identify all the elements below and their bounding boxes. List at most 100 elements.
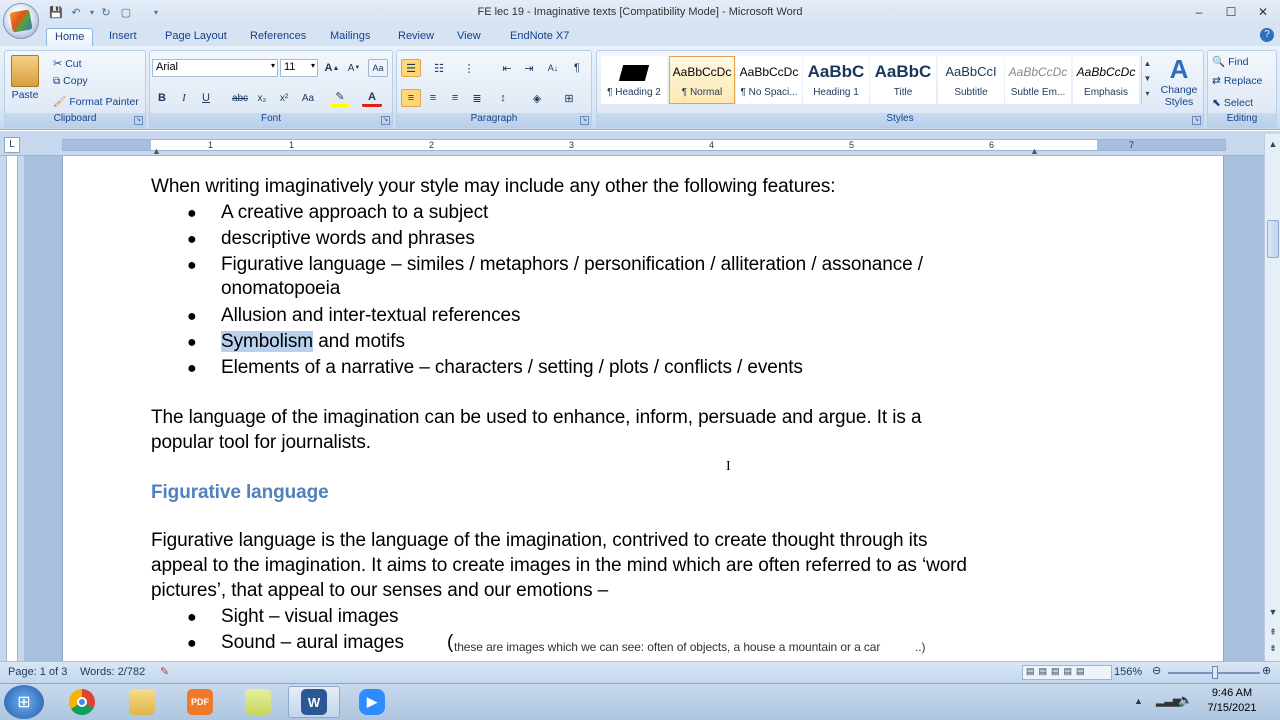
scroll-up-icon[interactable]: ▲ [1265, 136, 1280, 152]
font-name-combo[interactable]: Arial ▾ [152, 59, 278, 77]
proofing-icon[interactable]: ✎ [160, 665, 169, 678]
scissors-icon: ✂ [53, 58, 63, 70]
grow-font-icon[interactable]: A ▲ [322, 59, 342, 77]
shrink-font-icon[interactable]: A ▼ [344, 59, 364, 77]
sort-icon[interactable]: A↓ [543, 59, 563, 77]
minimize-button[interactable]: – [1184, 0, 1214, 24]
underline-icon[interactable]: U [196, 89, 216, 107]
highlight-icon[interactable]: ✎ [330, 89, 350, 107]
volume-icon[interactable]: 🔈 [1178, 693, 1193, 707]
tab-page-layout[interactable]: Page Layout [157, 28, 235, 46]
borders-icon[interactable]: ⊞ [559, 89, 579, 107]
zoom-slider-thumb[interactable] [1212, 666, 1218, 679]
taskbar-explorer[interactable] [116, 686, 168, 718]
style-heading-2[interactable]: ¶ Heading 2 [601, 56, 667, 104]
italic-icon[interactable]: I [174, 89, 194, 107]
scroll-down-icon[interactable]: ▼ [1142, 71, 1153, 86]
replace-button[interactable]: ⇄ Replace [1212, 75, 1262, 87]
more-styles-icon[interactable]: ▾ [1142, 86, 1153, 101]
taskbar-chrome[interactable] [56, 686, 108, 718]
style-normal[interactable]: AaBbCcDc ¶ Normal [669, 56, 735, 104]
clipboard-launcher-icon[interactable]: ↘ [134, 116, 143, 125]
find-button[interactable]: 🔍 Find [1212, 55, 1249, 69]
tab-view[interactable]: View [449, 28, 489, 46]
taskbar-zoom[interactable]: ▶ [346, 686, 398, 718]
font-size-combo[interactable]: 11 ▾ [280, 59, 318, 77]
start-button[interactable]: ⊞ [4, 685, 44, 719]
tab-selector[interactable]: L [4, 137, 20, 153]
document-page[interactable]: When writing imaginatively your style ma… [62, 156, 1224, 661]
bold-icon[interactable]: B [152, 89, 172, 107]
page-count[interactable]: Page: 1 of 3 [8, 666, 67, 678]
styles-launcher-icon[interactable]: ↘ [1192, 116, 1201, 125]
format-painter-button[interactable]: 🖌 Format Painter [53, 95, 139, 109]
style-subtitle[interactable]: AaBbCcI Subtitle [938, 56, 1004, 104]
tab-mailings[interactable]: Mailings [322, 28, 378, 46]
scroll-up-icon[interactable]: ▲ [1142, 56, 1153, 71]
increase-indent-icon[interactable]: ⇥ [519, 59, 539, 77]
align-right-icon[interactable]: ≡ [445, 89, 465, 107]
indent-marker-icon[interactable]: ▲ [152, 146, 161, 156]
line-spacing-icon[interactable]: ↕ [493, 89, 513, 107]
style-title[interactable]: AaBbC Title [870, 56, 936, 104]
tab-references[interactable]: References [242, 28, 314, 46]
subscript-icon[interactable]: x₂ [252, 89, 272, 107]
clear-formatting-icon[interactable]: Aa [368, 59, 388, 77]
copy-button[interactable]: ⧉ Copy [53, 75, 88, 87]
selected-text[interactable]: Symbolism [221, 331, 313, 352]
style-emphasis[interactable]: AaBbCcDc Emphasis [1073, 56, 1139, 104]
tab-review[interactable]: Review [390, 28, 442, 46]
strikethrough-icon[interactable]: abc [230, 89, 250, 107]
zoom-level[interactable]: 156% [1114, 666, 1142, 678]
select-button[interactable]: ⬉ Select [1212, 97, 1253, 109]
zoom-out-icon[interactable]: ⊖ [1152, 664, 1161, 677]
tab-home[interactable]: Home [46, 28, 94, 46]
clock[interactable]: 9:46 AM 7/15/2021 [1196, 686, 1268, 716]
previous-page-icon[interactable]: ⇞ [1265, 624, 1280, 640]
change-styles-button[interactable]: A Change Styles [1157, 54, 1201, 108]
tray-expand-icon[interactable]: ▲ [1134, 696, 1143, 706]
style-heading-1[interactable]: AaBbC Heading 1 [803, 56, 869, 104]
maximize-button[interactable]: ☐ [1216, 0, 1246, 24]
multilevel-list-icon[interactable]: ⋮ [459, 59, 479, 77]
show-formatting-icon[interactable]: ¶ [567, 59, 587, 77]
align-center-icon[interactable]: ≡ [423, 89, 443, 107]
folder-icon [129, 689, 155, 715]
superscript-icon[interactable]: x² [274, 89, 294, 107]
next-page-icon[interactable]: ⇟ [1265, 640, 1280, 656]
bullet-item: Symbolism and motifs [221, 331, 405, 353]
font-launcher-icon[interactable]: ↘ [381, 116, 390, 125]
tab-endnote[interactable]: EndNote X7 [502, 28, 577, 46]
word-count[interactable]: Words: 2/782 [80, 666, 145, 678]
help-icon[interactable]: ? [1260, 28, 1274, 42]
office-button[interactable] [3, 3, 39, 39]
style-subtle-emphasis[interactable]: AaBbCcDc Subtle Em... [1005, 56, 1071, 104]
numbering-icon[interactable]: ☷ [429, 59, 449, 77]
taskbar-sticky[interactable] [232, 686, 284, 718]
paragraph-launcher-icon[interactable]: ↘ [580, 116, 589, 125]
align-left-icon[interactable]: ≡ [401, 89, 421, 107]
view-buttons[interactable]: ▤▤▤▤▤ [1022, 665, 1112, 680]
cut-label: Cut [65, 57, 82, 70]
style-no-spacing[interactable]: AaBbCcDc ¶ No Spaci... [736, 56, 802, 104]
cut-button[interactable]: ✂ Cut [53, 57, 82, 71]
right-indent-marker-icon[interactable]: ▲ [1030, 146, 1039, 156]
ruler-mark: 7 [1129, 140, 1135, 150]
justify-icon[interactable]: ≣ [467, 89, 487, 107]
font-color-icon[interactable]: A [362, 89, 382, 107]
vertical-scrollbar[interactable]: ▲ ▼ ⇞ ⇟ [1264, 134, 1280, 661]
scrollbar-thumb[interactable] [1267, 220, 1279, 258]
close-button[interactable]: ✕ [1248, 0, 1278, 24]
tab-insert[interactable]: Insert [101, 28, 145, 46]
taskbar-word[interactable]: W [288, 686, 340, 718]
bullets-icon[interactable]: ☰ [401, 59, 421, 77]
shading-icon[interactable]: ◈ [527, 89, 547, 107]
styles-scroll[interactable]: ▲ ▼ ▾ [1141, 56, 1153, 104]
scroll-down-icon[interactable]: ▼ [1265, 604, 1280, 620]
taskbar-pdf[interactable]: PDF [174, 686, 226, 718]
style-name: ¶ Normal [681, 87, 723, 98]
zoom-in-icon[interactable]: ⊕ [1262, 664, 1271, 677]
decrease-indent-icon[interactable]: ⇤ [497, 59, 517, 77]
paste-button[interactable]: Paste [11, 55, 39, 101]
change-case-icon[interactable]: Aa [298, 89, 318, 107]
